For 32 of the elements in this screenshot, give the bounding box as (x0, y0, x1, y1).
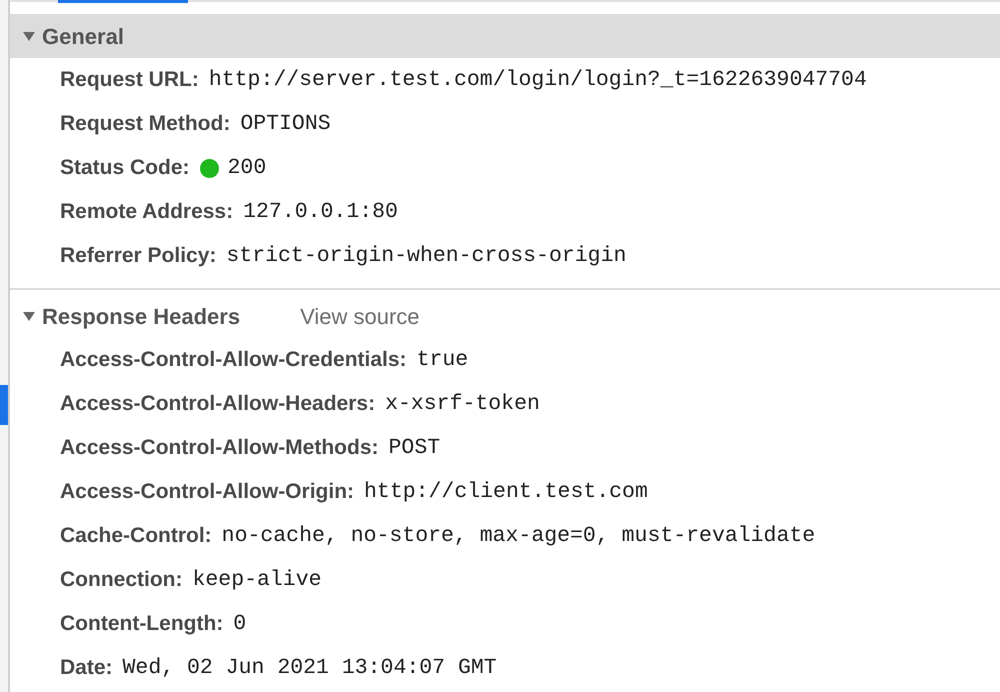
header-value: x-xsrf-token (385, 390, 540, 418)
header-name: Access-Control-Allow-Headers: (60, 391, 376, 418)
header-value: http://client.test.com (364, 478, 648, 506)
triangle-down-icon[interactable] (22, 29, 36, 43)
header-name: Request Method: (60, 111, 230, 138)
header-value: true (416, 346, 468, 374)
header-name: Access-Control-Allow-Origin: (60, 479, 354, 506)
header-value: 200 (228, 154, 266, 182)
triangle-down-icon[interactable] (22, 309, 36, 323)
header-name: Remote Address: (60, 199, 234, 226)
header-name: Cache-Control: (60, 523, 212, 550)
header-name: Content-Length: (60, 611, 224, 638)
header-value: 127.0.0.1:80 (243, 198, 398, 226)
selected-row-marker (0, 385, 8, 425)
header-name: Access-Control-Allow-Credentials: (60, 347, 407, 374)
section-title[interactable]: Response Headers (42, 300, 240, 332)
header-name: Access-Control-Allow-Methods: (60, 435, 379, 462)
header-value: Wed, 02 Jun 2021 13:04:07 GMT (122, 654, 497, 682)
view-source-link[interactable]: View source (300, 300, 420, 332)
header-name: Connection: (60, 567, 182, 594)
section-title[interactable]: General (42, 20, 124, 52)
header-value: strict-origin-when-cross-origin (226, 242, 626, 270)
header-name: Status Code: (60, 155, 190, 182)
header-name: Referrer Policy: (60, 243, 216, 270)
header-value: keep-alive (192, 566, 322, 594)
header-value: no-cache, no-store, max-age=0, must-revalidate (222, 522, 816, 550)
header-value: http://server.test.com/login/login?_t=1622639047704 (208, 66, 867, 94)
header-value: OPTIONS (240, 110, 331, 138)
header-value: 0 (233, 610, 246, 638)
header-name: Date: (60, 655, 113, 682)
header-name: Request URL: (60, 67, 199, 94)
header-value: POST (388, 434, 440, 462)
